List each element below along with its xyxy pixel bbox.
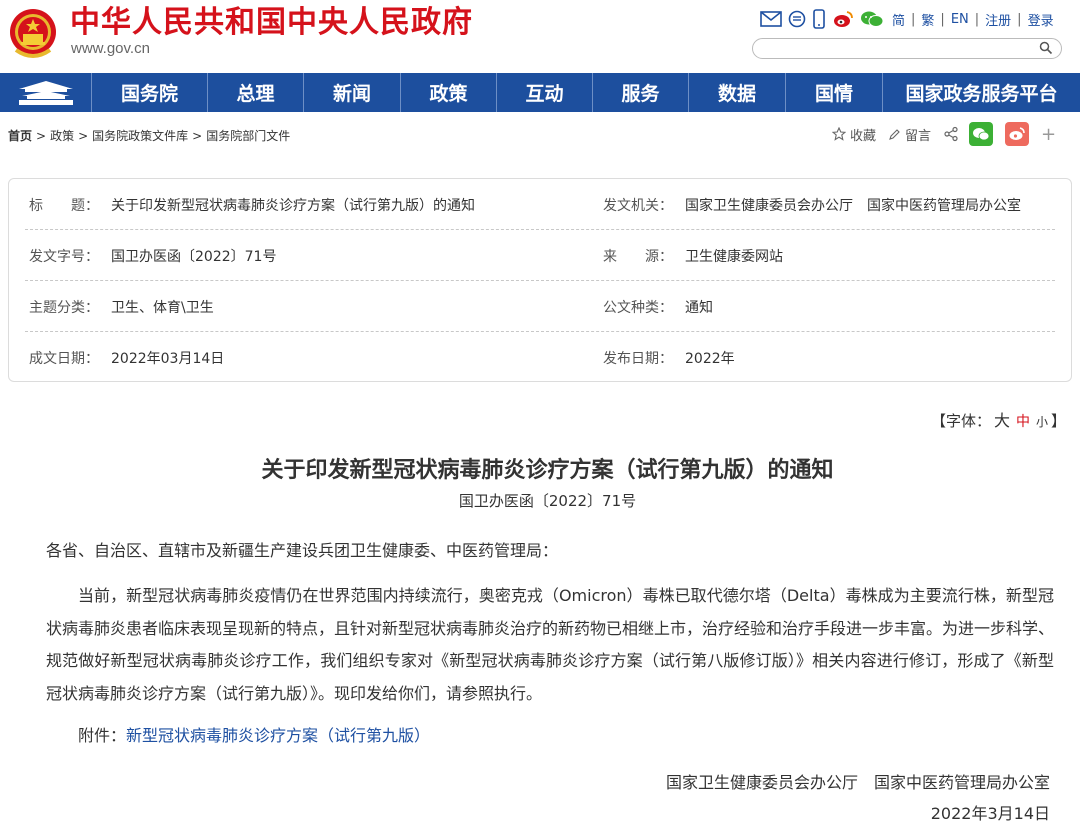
meta-doc-type: 公文种类： 通知 — [603, 281, 713, 332]
separator: | — [974, 12, 980, 27]
font-size-small-button[interactable]: 小 — [1036, 415, 1048, 429]
breadcrumb-department-files[interactable]: 国务院部门文件 — [206, 129, 290, 143]
breadcrumb-separator: > — [78, 129, 89, 143]
meta-label: 发文字号： — [29, 248, 99, 265]
attachment-label: 附件： — [78, 726, 127, 745]
meta-row: 成文日期： 2022年03月14日 发布日期： 2022年 — [25, 332, 1055, 383]
meta-issuer: 发文机关： 国家卫生健康委员会办公厅 国家中医药管理局办公室 — [603, 179, 1021, 230]
national-emblem-icon[interactable] — [8, 6, 58, 62]
article-date: 2022年3月14日 — [930, 804, 1050, 823]
site-domain: www.gov.cn — [71, 40, 150, 57]
lang-simplified-link[interactable]: 简 — [892, 10, 905, 29]
language-links: 简 | 繁 | EN | 注册 | 登录 — [892, 10, 1054, 29]
weibo-icon — [1009, 127, 1025, 140]
message-icon[interactable] — [788, 10, 806, 28]
search-input[interactable] — [752, 38, 1062, 59]
nav-item-news[interactable]: 新闻 — [304, 73, 401, 112]
register-link[interactable]: 注册 — [985, 10, 1011, 29]
meta-value: 国卫办医函〔2022〕71号 — [111, 248, 277, 265]
meta-topic: 主题分类： 卫生、体育\卫生 — [29, 281, 214, 332]
breadcrumb-separator: > — [36, 129, 47, 143]
separator: | — [911, 12, 916, 27]
meta-label: 标 题： — [29, 197, 99, 214]
article-attachment: 附件：新型冠状病毒肺炎诊疗方案（试行第九版） — [78, 722, 430, 746]
nav-item-policy[interactable]: 政策 — [401, 73, 497, 112]
meta-value: 关于印发新型冠状病毒肺炎诊疗方案（试行第九版）的通知 — [111, 197, 475, 214]
meta-value: 通知 — [685, 299, 713, 316]
meta-title: 标 题： 关于印发新型冠状病毒肺炎诊疗方案（试行第九版）的通知 — [29, 179, 475, 230]
article-doc-number: 国卫办医函〔2022〕71号 — [458, 492, 637, 510]
font-size-suffix: 】 — [1050, 412, 1066, 430]
wechat-icon — [973, 128, 990, 141]
wechat-share-button[interactable] — [969, 122, 994, 146]
separator: | — [1017, 12, 1022, 27]
lang-english-link[interactable]: EN — [951, 12, 969, 27]
nav-item-national-info[interactable]: 国情 — [786, 73, 883, 112]
font-size-control: 【字体：大中小】 — [931, 407, 1066, 431]
meta-value: 2022年03月14日 — [111, 350, 225, 367]
meta-value: 2022年 — [685, 350, 735, 367]
comment-label: 留言 — [905, 128, 932, 144]
share-icon[interactable] — [943, 126, 959, 142]
mobile-icon[interactable] — [812, 9, 826, 29]
favorite-label: 收藏 — [850, 128, 877, 144]
meta-label: 来 源： — [603, 248, 673, 265]
top-icons — [760, 9, 884, 29]
star-icon — [832, 127, 846, 141]
comment-button[interactable]: 留言 — [888, 125, 931, 144]
more-share-button[interactable]: + — [1041, 124, 1056, 145]
font-size-prefix: 【字体： — [930, 412, 991, 430]
site-title[interactable]: 中华人民共和国中央人民政府 — [70, 4, 473, 42]
meta-label: 发文机关： — [603, 197, 673, 214]
breadcrumb-policy-library[interactable]: 国务院政策文件库 — [92, 129, 188, 143]
document-meta-box: 标 题： 关于印发新型冠状病毒肺炎诊疗方案（试行第九版）的通知 发文机关： 国家… — [8, 178, 1072, 382]
share-bar: 收藏 留言 + — [832, 121, 1056, 147]
weibo-share-button[interactable] — [1005, 122, 1030, 146]
meta-doc-number: 发文字号： 国卫办医函〔2022〕71号 — [29, 230, 276, 281]
meta-value: 国家卫生健康委员会办公厅 国家中医药管理局办公室 — [685, 197, 1021, 214]
separator: | — [940, 12, 945, 27]
favorite-button[interactable]: 收藏 — [832, 125, 876, 144]
lang-traditional-link[interactable]: 繁 — [921, 10, 934, 29]
nav-item-interaction[interactable]: 互动 — [497, 73, 593, 112]
weibo-icon[interactable] — [832, 10, 854, 28]
nav-item-state-council[interactable]: 国务院 — [92, 73, 208, 112]
meta-label: 发布日期： — [603, 350, 673, 367]
login-link[interactable]: 登录 — [1028, 10, 1054, 29]
article-body: 当前，新型冠状病毒肺炎疫情仍在世界范围内持续流行，奥密克戎（Omicron）毒株… — [46, 586, 1055, 703]
pen-icon — [889, 128, 900, 140]
meta-row: 发文字号： 国卫办医函〔2022〕71号 来 源： 卫生健康委网站 — [25, 230, 1055, 281]
breadcrumb: 首页 > 政策 > 国务院政策文件库 > 国务院部门文件 — [8, 127, 290, 144]
meta-value: 卫生健康委网站 — [685, 248, 783, 265]
meta-row: 主题分类： 卫生、体育\卫生 公文种类： 通知 — [25, 281, 1055, 332]
font-size-large-button[interactable]: 大 — [994, 411, 1010, 430]
tiananmen-icon[interactable] — [0, 73, 92, 112]
meta-source: 来 源： 卫生健康委网站 — [603, 230, 783, 281]
main-nav: 国务院 总理 新闻 政策 互动 服务 数据 国情 国家政务服务平台 — [0, 73, 1080, 112]
breadcrumb-separator: > — [192, 129, 203, 143]
article-title: 关于印发新型冠状病毒肺炎诊疗方案（试行第九版）的通知 — [261, 458, 834, 483]
nav-item-gov-service-platform[interactable]: 国家政务服务平台 — [883, 73, 1080, 112]
site-header: 中华人民共和国中央人民政府 www.gov.cn 简 | 繁 | EN | 注册… — [0, 0, 1080, 73]
search-icon[interactable] — [1039, 41, 1053, 55]
breadcrumb-policy[interactable]: 政策 — [50, 129, 74, 143]
article-greeting: 各省、自治区、直辖市及新疆生产建设兵团卫生健康委、中医药管理局： — [46, 541, 559, 560]
meta-value: 卫生、体育\卫生 — [111, 299, 214, 316]
meta-row: 标 题： 关于印发新型冠状病毒肺炎诊疗方案（试行第九版）的通知 发文机关： 国家… — [25, 179, 1055, 230]
nav-item-premier[interactable]: 总理 — [208, 73, 304, 112]
nav-item-services[interactable]: 服务 — [593, 73, 689, 112]
meta-label: 主题分类： — [29, 299, 99, 316]
article-signature: 国家卫生健康委员会办公厅 国家中医药管理局办公室 — [665, 773, 1050, 792]
nav-item-data[interactable]: 数据 — [689, 73, 786, 112]
meta-label: 成文日期： — [29, 350, 99, 367]
font-size-medium-button[interactable]: 中 — [1016, 414, 1030, 430]
meta-published-date: 发布日期： 2022年 — [603, 332, 735, 383]
meta-written-date: 成文日期： 2022年03月14日 — [29, 332, 224, 383]
attachment-link[interactable]: 新型冠状病毒肺炎诊疗方案（试行第九版） — [126, 726, 430, 745]
mail-icon[interactable] — [760, 11, 782, 27]
wechat-icon[interactable] — [860, 10, 884, 28]
breadcrumb-home[interactable]: 首页 — [8, 129, 32, 143]
meta-label: 公文种类： — [603, 299, 673, 316]
